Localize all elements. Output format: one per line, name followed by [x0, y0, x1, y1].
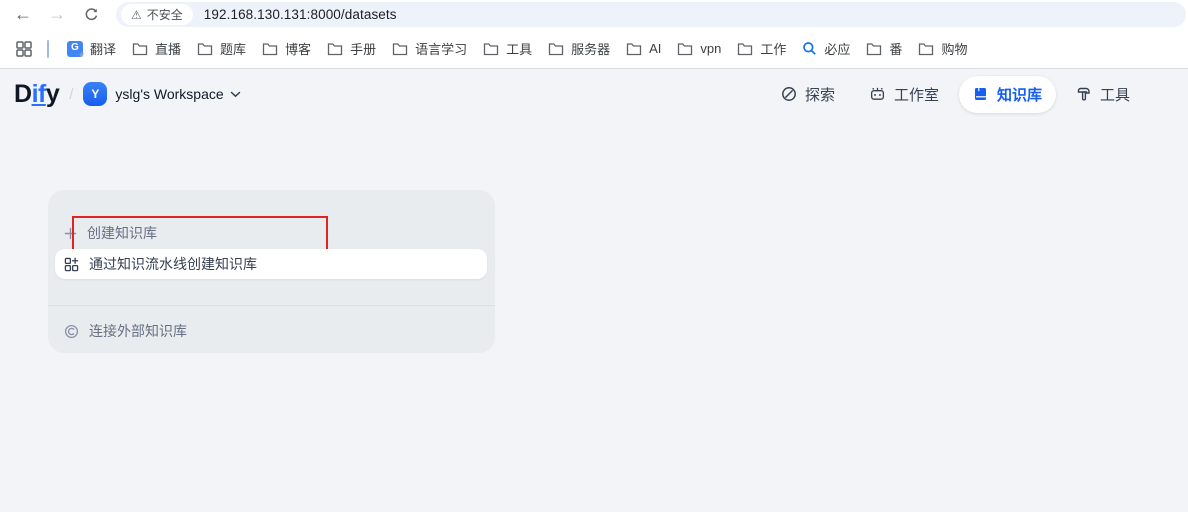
bookmark-item[interactable]: 题库 [189, 35, 254, 62]
nav-label: 探索 [805, 84, 835, 105]
pipeline-blocks-icon [64, 257, 79, 272]
security-label: 不安全 [147, 6, 183, 23]
nav-label: 工具 [1100, 84, 1130, 105]
nav-label: 工作室 [894, 84, 939, 105]
folder-icon [132, 42, 148, 56]
knowledge-icon [973, 86, 989, 102]
header-left: Dify / Y yslg's Workspace [14, 82, 241, 107]
refresh-icon[interactable] [74, 2, 108, 28]
create-knowledge-button[interactable]: 创建知识库 [64, 219, 157, 247]
bookmark-label: 番 [889, 39, 902, 58]
menu-divider [48, 305, 495, 306]
header-nav: 探索 工作室 [767, 76, 1144, 113]
bookmark-item[interactable]: 语言学习 [384, 35, 475, 62]
external-knowledge-icon [64, 324, 79, 339]
address-bar[interactable]: ⚠ 不安全 192.168.130.131:8000/datasets [116, 2, 1186, 27]
bookmark-label: 购物 [941, 39, 967, 58]
bookmark-item[interactable]: 必应 [794, 35, 858, 62]
folder-icon [327, 42, 343, 56]
nav-label: 知识库 [997, 84, 1042, 105]
bookmarks-bar-items: G★ 翻译 直播 题库 博客 手册 语言学习 工具 服务器 AI [59, 35, 975, 62]
bookmark-item[interactable]: AI [618, 35, 669, 62]
folder-icon [737, 42, 753, 56]
create-from-pipeline-label: 通过知识流水线创建知识库 [89, 254, 257, 274]
bookmark-item[interactable]: 手册 [319, 35, 384, 62]
explore-icon [781, 86, 797, 102]
bookmark-label: 服务器 [571, 39, 610, 58]
dify-page: Dify / Y yslg's Workspace 探索 [0, 69, 1188, 512]
bookmark-item[interactable]: G★ 翻译 [59, 35, 124, 62]
workspace-avatar[interactable]: Y [83, 82, 107, 106]
bookmark-label: 博客 [285, 39, 311, 58]
search-icon [802, 41, 817, 56]
back-arrow-icon[interactable]: ← [6, 2, 40, 28]
folder-icon [918, 42, 934, 56]
bookmark-item[interactable]: 博客 [254, 35, 319, 62]
browser-toolbar: ← → ⚠ 不安全 192.168.130.131:8000/datasets [0, 0, 1188, 29]
folder-icon [866, 42, 882, 56]
warning-triangle-icon: ⚠ [131, 9, 142, 21]
apps-grid-icon[interactable] [11, 36, 37, 62]
studio-icon [869, 86, 886, 102]
bookmark-label: 必应 [824, 39, 850, 58]
bookmark-label: 语言学习 [415, 39, 467, 58]
bookmark-label: 手册 [350, 39, 376, 58]
create-knowledge-label: 创建知识库 [87, 223, 157, 243]
bookmarks-separator [47, 40, 49, 58]
bookmark-label: 工具 [506, 39, 532, 58]
forward-arrow-icon[interactable]: → [40, 2, 74, 28]
plus-icon [64, 227, 77, 240]
workspace-name[interactable]: yslg's Workspace [115, 86, 223, 102]
bookmark-item[interactable]: 购物 [910, 35, 975, 62]
nav-item-tools[interactable]: 工具 [1062, 76, 1144, 113]
bookmark-label: vpn [700, 41, 721, 56]
nav-item-knowledge[interactable]: 知识库 [959, 76, 1056, 113]
bookmark-label: 工作 [760, 39, 786, 58]
folder-icon [483, 42, 499, 56]
translate-icon: G★ [67, 41, 83, 57]
bookmark-label: 直播 [155, 39, 181, 58]
security-chip[interactable]: ⚠ 不安全 [121, 4, 193, 25]
connect-external-knowledge-label: 连接外部知识库 [89, 321, 187, 341]
bookmark-label: 题库 [220, 39, 246, 58]
folder-icon [548, 42, 564, 56]
create-knowledge-menu: 创建知识库 通过知识流水线创建知识库 连接外部知识库 [48, 190, 495, 353]
folder-icon [262, 42, 278, 56]
bookmarks-bar: G★ 翻译 直播 题库 博客 手册 语言学习 工具 服务器 AI [0, 29, 1188, 69]
bookmark-item[interactable]: 工作 [729, 35, 794, 62]
bookmark-item[interactable]: vpn [669, 35, 729, 62]
tools-icon [1076, 86, 1092, 102]
create-from-pipeline-button[interactable]: 通过知识流水线创建知识库 [55, 249, 487, 279]
dify-logo[interactable]: Dify [14, 82, 59, 107]
bookmark-item[interactable]: 服务器 [540, 35, 618, 62]
bookmark-item[interactable]: 工具 [475, 35, 540, 62]
folder-icon [197, 42, 213, 56]
folder-icon [392, 42, 408, 56]
connect-external-knowledge-button[interactable]: 连接外部知识库 [64, 317, 187, 345]
bookmark-label: AI [649, 41, 661, 56]
nav-item-explore[interactable]: 探索 [767, 76, 849, 113]
dify-header: Dify / Y yslg's Workspace 探索 [0, 69, 1188, 119]
folder-icon [677, 42, 693, 56]
bookmark-label: 翻译 [90, 39, 116, 58]
bookmark-item[interactable]: 直播 [124, 35, 189, 62]
breadcrumb-separator: / [69, 86, 73, 103]
url-text: 192.168.130.131:8000/datasets [204, 7, 397, 22]
folder-icon [626, 42, 642, 56]
chevron-down-icon[interactable] [230, 91, 241, 98]
nav-item-studio[interactable]: 工作室 [855, 76, 953, 113]
bookmark-item[interactable]: 番 [858, 35, 910, 62]
